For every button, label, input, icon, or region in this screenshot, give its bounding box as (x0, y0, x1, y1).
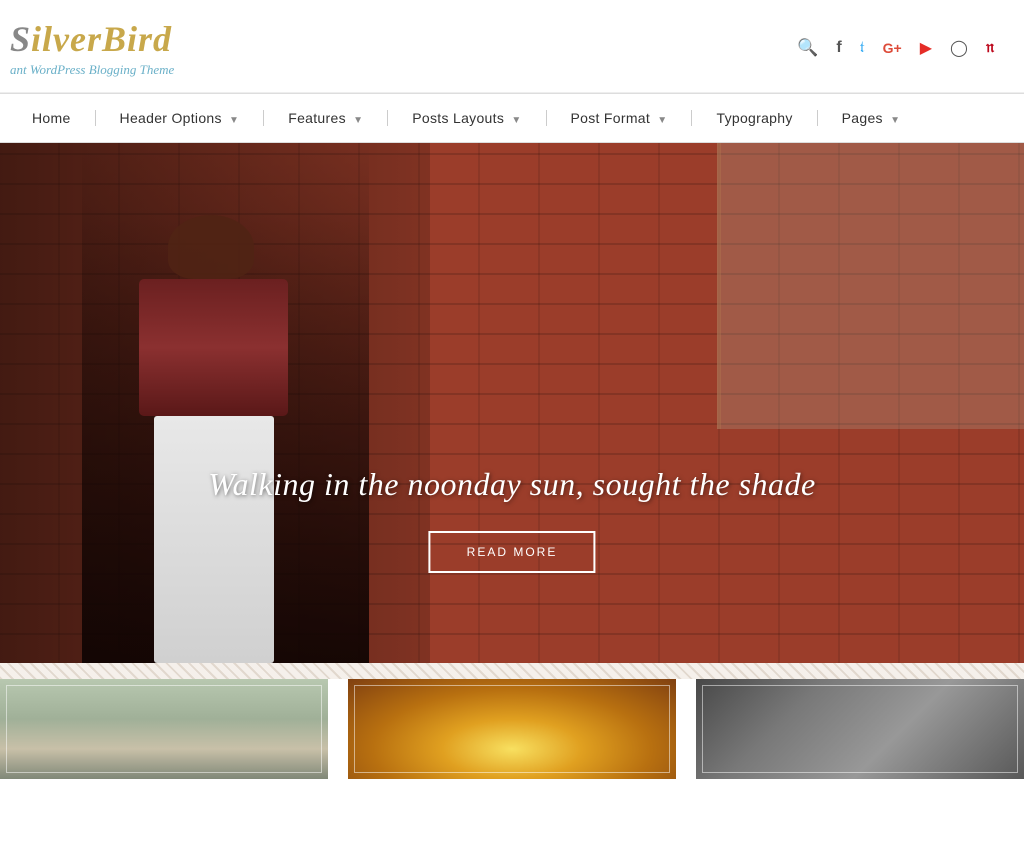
nav-separator (263, 110, 264, 126)
chevron-down-icon: ▼ (353, 115, 363, 126)
chevron-down-icon: ▼ (890, 115, 900, 126)
chevron-down-icon: ▼ (511, 115, 521, 126)
post-thumbnail-1[interactable] (0, 679, 328, 779)
nav-separator (817, 110, 818, 126)
figure-body-upper (139, 279, 288, 416)
site-header: SilverBird ant WordPress Blogging Theme … (0, 0, 1024, 93)
post-thumbnail-2[interactable] (348, 679, 676, 779)
nav-item-typography[interactable]: Typography (694, 94, 814, 142)
post-separator (328, 679, 348, 779)
figure-head (168, 215, 254, 279)
thumbnail-image-1 (0, 679, 328, 779)
figure-silhouette (82, 205, 369, 663)
site-title: SilverBird (10, 18, 174, 60)
facebook-icon[interactable]: f (836, 39, 841, 57)
nav-link-header-options[interactable]: Header Options ▼ (98, 94, 262, 142)
chevron-down-icon: ▼ (229, 115, 239, 126)
nav-item-post-format[interactable]: Post Format ▼ (549, 94, 690, 142)
hero-content: Walking in the noonday sun, sought the s… (102, 466, 921, 573)
figure-area (82, 143, 369, 663)
nav-item-features[interactable]: Features ▼ (266, 94, 385, 142)
chevron-down-icon: ▼ (657, 115, 667, 126)
nav-link-features[interactable]: Features ▼ (266, 94, 385, 142)
nav-item-header-options[interactable]: Header Options ▼ (98, 94, 262, 142)
nav-list: Home Header Options ▼ Features ▼ Posts L… (0, 94, 1024, 142)
post-separator (676, 679, 696, 779)
nav-item-pages[interactable]: Pages ▼ (820, 94, 923, 142)
nav-link-pages[interactable]: Pages ▼ (820, 94, 923, 142)
hero-title: Walking in the noonday sun, sought the s… (102, 466, 921, 503)
nav-separator (387, 110, 388, 126)
nav-link-home[interactable]: Home (10, 94, 93, 142)
site-tagline: ant WordPress Blogging Theme (10, 62, 174, 78)
main-navigation: Home Header Options ▼ Features ▼ Posts L… (0, 93, 1024, 143)
site-branding: SilverBird ant WordPress Blogging Theme (10, 18, 174, 78)
nav-separator (691, 110, 692, 126)
header-icons: 🔍 f 𝔱 G+ ▶ ◯ 𝔫 (797, 38, 994, 58)
nav-link-typography[interactable]: Typography (694, 94, 814, 142)
nav-item-home[interactable]: Home (10, 94, 93, 142)
read-more-button[interactable]: READ MORE (429, 531, 596, 573)
twitter-icon[interactable]: 𝔱 (860, 39, 865, 57)
pinterest-icon[interactable]: 𝔫 (986, 39, 994, 57)
youtube-icon[interactable]: ▶ (920, 38, 932, 58)
hero-window (717, 143, 1024, 429)
thumbnail-image-2 (348, 679, 676, 779)
google-plus-icon[interactable]: G+ (883, 40, 902, 56)
posts-row (0, 679, 1024, 779)
thumbnail-image-3 (696, 679, 1024, 779)
pattern-strip (0, 663, 1024, 679)
nav-item-posts-layouts[interactable]: Posts Layouts ▼ (390, 94, 543, 142)
hero-section: Walking in the noonday sun, sought the s… (0, 143, 1024, 663)
search-icon[interactable]: 🔍 (797, 38, 818, 58)
post-thumbnail-3[interactable] (696, 679, 1024, 779)
nav-link-post-format[interactable]: Post Format ▼ (549, 94, 690, 142)
instagram-icon[interactable]: ◯ (950, 38, 968, 58)
nav-separator (546, 110, 547, 126)
nav-link-posts-layouts[interactable]: Posts Layouts ▼ (390, 94, 543, 142)
nav-separator (95, 110, 96, 126)
